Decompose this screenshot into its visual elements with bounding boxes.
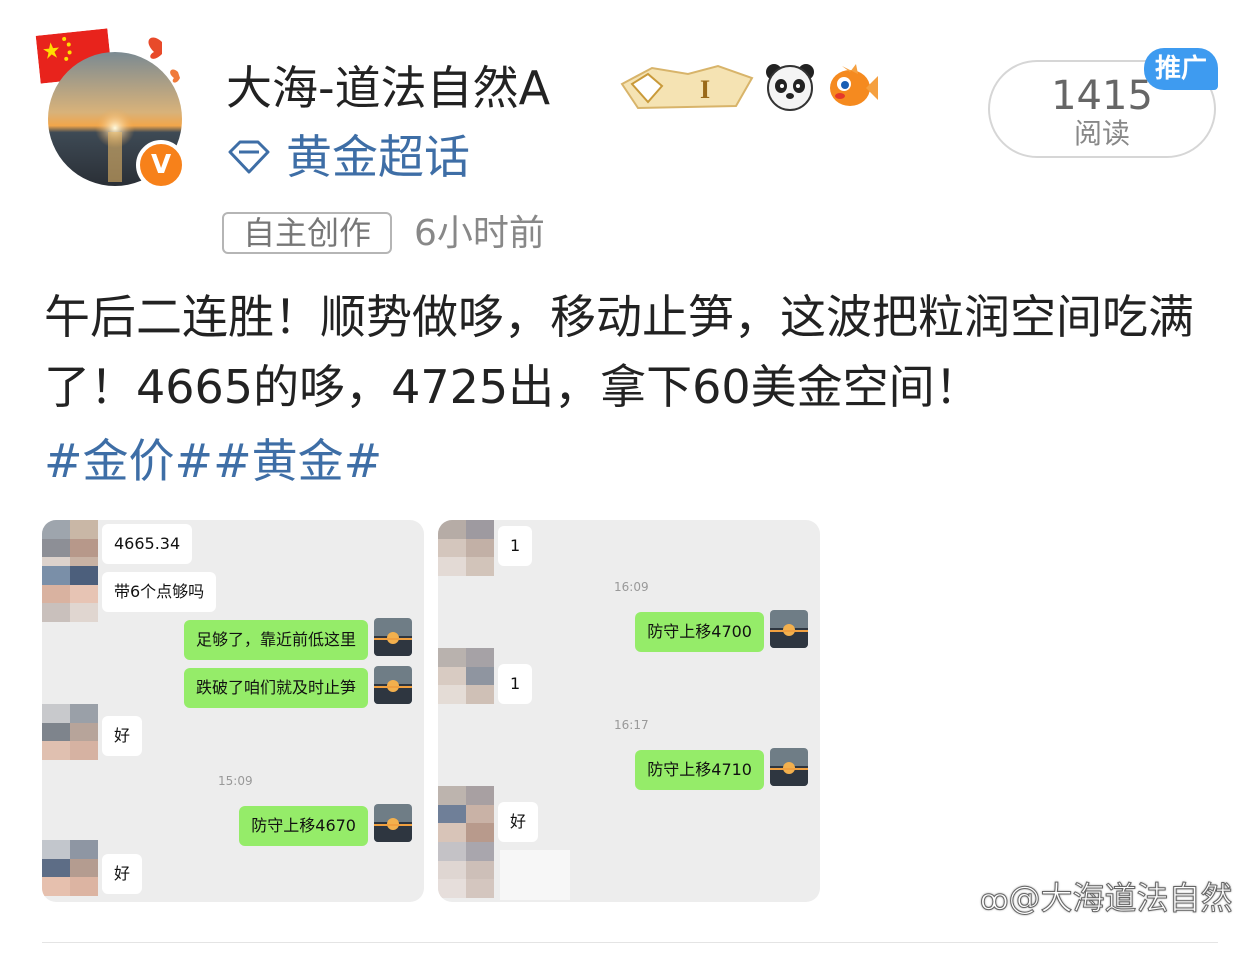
chat-message: 防守上移4700 [635,612,764,652]
promote-button[interactable]: 推广 [1144,48,1218,90]
post-text: 午后二连胜！顺势做哆，移动止笋，这波把粒润空间吃满了！4665的哆，4725出，… [44,290,1194,414]
chat-message: 带6个点够吗 [102,572,217,612]
sunset-avatar-small [770,610,808,648]
chat-message: 4665.34 [102,524,193,564]
chat-timestamp: 16:09 [614,580,649,594]
chat-message: 防守上移4710 [635,750,764,790]
diamond-topic-icon [228,140,270,174]
chat-message: 1 [498,664,533,704]
weibo-watermark: ꝏ@大海道法自然 [980,876,1234,922]
watermark-logo-icon: ꝏ [980,883,1010,917]
butterfly-decoration-icon [148,37,180,83]
watermark-text: @大海道法自然 [1008,879,1233,918]
chat-message: 好 [498,802,539,842]
sunset-avatar-small [770,748,808,786]
hashtag-links[interactable]: #金价##黄金# [44,426,382,496]
chat-screenshot-2[interactable]: 1 16:09 防守上移4700 1 16:17 防守上移4710 好 [438,520,820,902]
topic-link[interactable]: 黄金超话 [286,128,470,186]
blurred-region [500,850,570,900]
blurred-avatar [438,648,494,704]
blurred-avatar [42,566,98,622]
svg-text:I: I [700,75,710,104]
blurred-avatar [42,840,98,896]
chat-message: 足够了，靠近前低这里 [183,620,368,660]
chat-message: 防守上移4670 [239,806,368,846]
chat-message: 好 [102,716,143,756]
gold-medal-icon[interactable]: I [618,62,756,112]
divider [42,942,1218,943]
sunset-avatar-small [374,618,412,656]
chat-timestamp: 16:17 [614,718,649,732]
sunset-avatar-small [374,666,412,704]
original-tag: 自主创作 [222,212,392,254]
sunset-avatar-small [374,804,412,842]
username[interactable]: 大海-道法自然A [226,58,550,118]
blurred-avatar [42,704,98,760]
chat-message: 跌破了咱们就及时止笋 [183,668,368,708]
verified-v-icon: V [136,140,186,190]
fish-icon[interactable] [826,60,878,112]
blurred-avatar [438,520,494,576]
read-label: 阅读 [1073,117,1130,150]
chat-message: 1 [498,526,533,566]
chat-timestamp: 15:09 [218,774,253,788]
blurred-avatar [438,786,494,898]
panda-icon[interactable] [764,60,816,112]
post-time: 6小时前 [414,213,545,254]
chat-message: 好 [102,854,143,894]
chat-screenshot-1[interactable]: 4665.34 带6个点够吗 足够了，靠近前低这里 跌破了咱们就及时止笋 好 1… [42,520,424,902]
